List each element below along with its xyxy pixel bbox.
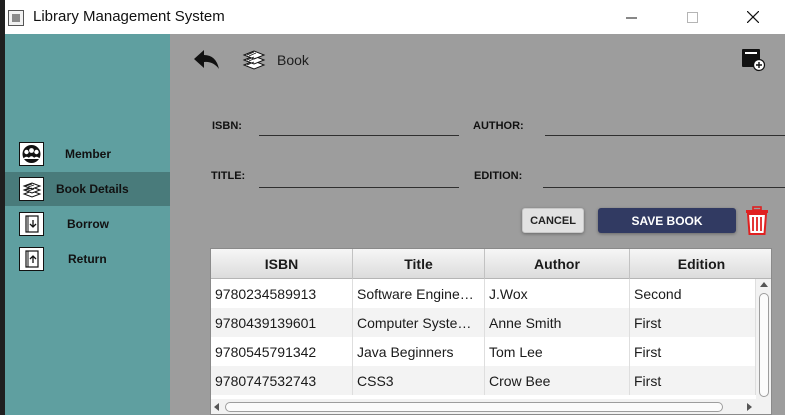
author-underline [545, 135, 785, 136]
cancel-button[interactable]: CANCEL [522, 208, 584, 233]
books-table: ISBN Title Author Edition 9780234589913 … [210, 248, 772, 415]
edition-label: EDITION: [474, 170, 523, 182]
sidebar-item-label: Member [65, 147, 112, 161]
cell-author: Tom Lee [485, 337, 630, 366]
return-book-icon [19, 247, 44, 271]
edition-underline [543, 187, 785, 188]
back-button[interactable] [192, 48, 222, 72]
sidebar-item-label: Borrow [67, 217, 109, 231]
save-book-button[interactable]: SAVE BOOK [598, 208, 736, 233]
cell-isbn: 9780747532743 [211, 366, 353, 395]
horizontal-scrollbar[interactable] [211, 399, 771, 414]
cell-author: Anne Smith [485, 308, 630, 337]
books-stack-icon [19, 177, 44, 201]
column-header-author[interactable]: Author [485, 249, 630, 279]
isbn-underline [259, 135, 459, 136]
sidebar-item-label: Book Details [56, 182, 129, 196]
title-label: TITLE: [211, 170, 246, 182]
members-group-icon [19, 142, 44, 166]
sidebar-item-borrow[interactable]: Borrow [5, 207, 170, 241]
table-row[interactable]: 9780747532743 CSS3 Crow Bee First [211, 366, 756, 395]
isbn-input[interactable] [259, 114, 459, 134]
author-input[interactable] [545, 114, 785, 134]
horizontal-scroll-thumb[interactable] [225, 402, 723, 412]
isbn-label: ISBN: [212, 120, 242, 132]
trash-icon [746, 206, 768, 235]
books-stack-icon [241, 46, 267, 72]
book-details-panel: Book ISBN: AUTHOR: TITLE: EDITION: CANCE… [170, 34, 785, 415]
cell-edition: First [630, 308, 756, 337]
cell-title: Computer Syste… [353, 308, 485, 337]
maximize-icon [687, 11, 698, 23]
cell-title: Software Engine… [353, 279, 485, 308]
maximize-button[interactable] [670, 0, 715, 34]
table-row[interactable]: 9780439139601 Computer Syste… Anne Smith… [211, 308, 756, 337]
table-row[interactable]: 9780234589913 Software Engine… J.Wox Sec… [211, 279, 756, 308]
add-book-button[interactable] [740, 46, 766, 72]
edition-input[interactable] [543, 165, 785, 185]
page-title: Book [277, 52, 309, 68]
app-window: Library Management System Member Book De… [5, 0, 785, 415]
cell-author: J.Wox [485, 279, 630, 308]
cell-isbn: 9780439139601 [211, 308, 353, 337]
table-row[interactable]: 9780545791342 Java Beginners Tom Lee Fir… [211, 337, 756, 366]
borrow-book-icon [19, 212, 44, 236]
vertical-scrollbar[interactable] [756, 279, 771, 399]
window-title: Library Management System [33, 8, 225, 25]
vertical-scroll-thumb[interactable] [759, 293, 769, 397]
cell-isbn: 9780234589913 [211, 279, 353, 308]
back-arrow-icon [194, 50, 219, 69]
sidebar-item-member[interactable]: Member [5, 137, 170, 171]
cell-author: Crow Bee [485, 366, 630, 395]
cell-edition: First [630, 366, 756, 395]
add-book-icon [742, 49, 766, 72]
close-button[interactable] [730, 0, 775, 34]
scroll-left-icon[interactable] [214, 403, 219, 411]
table-header: ISBN Title Author Edition [211, 249, 771, 279]
cell-edition: First [630, 337, 756, 366]
close-icon [746, 11, 759, 23]
sidebar-item-book-details[interactable]: Book Details [5, 172, 170, 206]
sidebar-item-label: Return [68, 252, 107, 266]
column-header-title[interactable]: Title [353, 249, 485, 279]
column-header-isbn[interactable]: ISBN [211, 249, 353, 279]
column-header-edition[interactable]: Edition [630, 249, 771, 279]
title-input[interactable] [259, 165, 459, 185]
cell-title: Java Beginners [353, 337, 485, 366]
delete-button[interactable] [744, 206, 770, 236]
author-label: AUTHOR: [473, 120, 524, 132]
minimize-button[interactable] [609, 0, 654, 34]
minimize-icon [626, 17, 637, 18]
cell-title: CSS3 [353, 366, 485, 395]
app-icon [8, 10, 24, 26]
sidebar-item-return[interactable]: Return [5, 242, 170, 276]
title-underline [259, 187, 459, 188]
cell-edition: Second [630, 279, 756, 308]
scroll-up-icon[interactable] [760, 282, 768, 287]
title-bar[interactable]: Library Management System [5, 0, 785, 34]
sidebar: Member Book Details Borrow Return [5, 34, 170, 415]
scroll-right-icon[interactable] [747, 403, 752, 411]
cell-isbn: 9780545791342 [211, 337, 353, 366]
